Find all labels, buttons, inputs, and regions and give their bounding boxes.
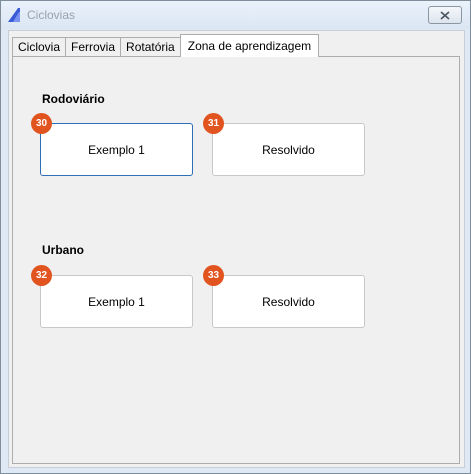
card-badge: 30 [31,113,52,134]
window-title: Ciclovias [27,8,76,22]
rodoviario-resolvido-button[interactable]: Resolvido [212,123,365,176]
card-badge: 33 [203,265,224,286]
tab-rotatoria[interactable]: Rotatória [120,37,181,57]
card-label: Exemplo 1 [88,294,145,309]
tab-panel: Rodoviário 30 Exemplo 1 31 Resolvido Urb… [12,56,460,464]
tab-strip: Ciclovia Ferrovia Rotatória Zona de apre… [12,34,320,57]
section-title-rodoviario: Rodoviário [42,92,105,106]
card-label: Resolvido [262,294,315,309]
app-window: Ciclovias Ciclovia Ferrovia Rotatória Zo… [0,0,471,474]
urbano-resolvido-button[interactable]: Resolvido [212,275,365,328]
card-badge: 32 [31,265,52,286]
card-label: Resolvido [262,142,315,157]
section-title-urbano: Urbano [42,243,84,257]
close-button[interactable] [428,6,462,24]
tab-ferrovia[interactable]: Ferrovia [65,37,122,57]
urbano-exemplo-1-button[interactable]: Exemplo 1 [40,275,193,328]
card-label: Exemplo 1 [88,142,145,157]
tab-ciclovia[interactable]: Ciclovia [12,37,67,57]
client-area: Ciclovia Ferrovia Rotatória Zona de apre… [8,30,465,468]
title-bar[interactable]: Ciclovias [1,1,470,29]
rodoviario-exemplo-1-button[interactable]: Exemplo 1 [40,123,193,176]
tab-zona-de-aprendizagem[interactable]: Zona de aprendizagem [179,34,320,57]
app-logo-icon [8,8,20,22]
card-badge: 31 [203,113,224,134]
close-icon [440,10,450,20]
